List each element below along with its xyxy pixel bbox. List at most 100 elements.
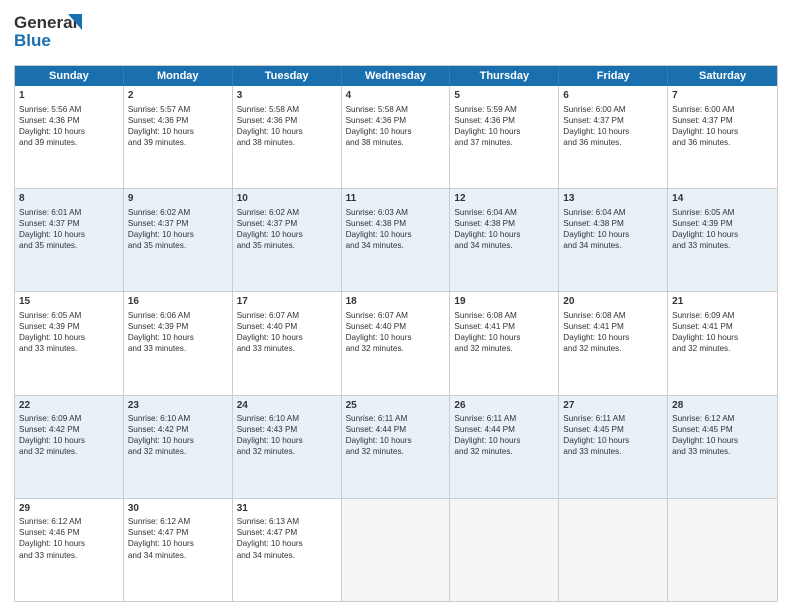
day-info-line: Sunrise: 6:03 AM — [346, 207, 446, 218]
calendar-cell: 22Sunrise: 6:09 AMSunset: 4:42 PMDayligh… — [15, 396, 124, 498]
day-number: 31 — [237, 502, 337, 516]
day-info-line: Daylight: 10 hours — [128, 126, 228, 137]
calendar-cell: 29Sunrise: 6:12 AMSunset: 4:46 PMDayligh… — [15, 499, 124, 601]
calendar-body: 1Sunrise: 5:56 AMSunset: 4:36 PMDaylight… — [15, 86, 777, 601]
col-saturday: Saturday — [668, 66, 777, 86]
calendar-cell: 28Sunrise: 6:12 AMSunset: 4:45 PMDayligh… — [668, 396, 777, 498]
day-info-line: Sunset: 4:39 PM — [19, 321, 119, 332]
day-info-line: Daylight: 10 hours — [237, 126, 337, 137]
day-info-line: Sunset: 4:47 PM — [128, 527, 228, 538]
day-info-line: Sunrise: 6:07 AM — [237, 310, 337, 321]
calendar-cell: 10Sunrise: 6:02 AMSunset: 4:37 PMDayligh… — [233, 189, 342, 291]
day-info-line: Daylight: 10 hours — [19, 332, 119, 343]
day-info-line: Sunrise: 6:02 AM — [128, 207, 228, 218]
calendar-cell: 20Sunrise: 6:08 AMSunset: 4:41 PMDayligh… — [559, 292, 668, 394]
day-number: 23 — [128, 399, 228, 413]
page: General Blue Sunday Monday Tuesday Wedne… — [0, 0, 792, 612]
day-info-line: Sunrise: 6:12 AM — [19, 516, 119, 527]
calendar-cell: 21Sunrise: 6:09 AMSunset: 4:41 PMDayligh… — [668, 292, 777, 394]
calendar-cell: 17Sunrise: 6:07 AMSunset: 4:40 PMDayligh… — [233, 292, 342, 394]
calendar-cell: 2Sunrise: 5:57 AMSunset: 4:36 PMDaylight… — [124, 86, 233, 188]
day-info-line: and 32 minutes. — [454, 343, 554, 354]
day-info-line: Sunrise: 6:08 AM — [454, 310, 554, 321]
day-info-line: Sunrise: 6:06 AM — [128, 310, 228, 321]
calendar-cell: 4Sunrise: 5:58 AMSunset: 4:36 PMDaylight… — [342, 86, 451, 188]
day-info-line: and 35 minutes. — [128, 240, 228, 251]
day-info-line: and 35 minutes. — [19, 240, 119, 251]
day-info-line: Sunset: 4:45 PM — [563, 424, 663, 435]
day-info-line: Daylight: 10 hours — [19, 435, 119, 446]
day-info-line: Sunset: 4:37 PM — [19, 218, 119, 229]
day-number: 14 — [672, 192, 773, 206]
day-info-line: and 36 minutes. — [672, 137, 773, 148]
day-info-line: Sunset: 4:41 PM — [563, 321, 663, 332]
day-info-line: and 38 minutes. — [237, 137, 337, 148]
calendar-cell — [559, 499, 668, 601]
calendar-cell: 16Sunrise: 6:06 AMSunset: 4:39 PMDayligh… — [124, 292, 233, 394]
day-info-line: Sunset: 4:36 PM — [128, 115, 228, 126]
day-number: 30 — [128, 502, 228, 516]
day-info-line: Daylight: 10 hours — [237, 435, 337, 446]
day-info-line: Sunrise: 5:58 AM — [346, 104, 446, 115]
calendar-cell: 23Sunrise: 6:10 AMSunset: 4:42 PMDayligh… — [124, 396, 233, 498]
day-info-line: and 33 minutes. — [19, 550, 119, 561]
day-number: 25 — [346, 399, 446, 413]
day-number: 5 — [454, 89, 554, 103]
day-info-line: and 32 minutes. — [563, 343, 663, 354]
day-number: 3 — [237, 89, 337, 103]
day-info-line: Sunset: 4:43 PM — [237, 424, 337, 435]
day-info-line: Daylight: 10 hours — [563, 229, 663, 240]
day-number: 10 — [237, 192, 337, 206]
day-info-line: Sunrise: 6:11 AM — [454, 413, 554, 424]
day-info-line: Sunset: 4:40 PM — [346, 321, 446, 332]
calendar-week-4: 22Sunrise: 6:09 AMSunset: 4:42 PMDayligh… — [15, 396, 777, 499]
day-number: 24 — [237, 399, 337, 413]
day-info-line: Sunset: 4:36 PM — [346, 115, 446, 126]
calendar-cell: 3Sunrise: 5:58 AMSunset: 4:36 PMDaylight… — [233, 86, 342, 188]
day-info-line: Sunrise: 6:00 AM — [672, 104, 773, 115]
day-info-line: and 33 minutes. — [19, 343, 119, 354]
day-info-line: Daylight: 10 hours — [672, 126, 773, 137]
day-info-line: and 37 minutes. — [454, 137, 554, 148]
day-info-line: Daylight: 10 hours — [563, 332, 663, 343]
day-info-line: Daylight: 10 hours — [346, 126, 446, 137]
day-info-line: and 33 minutes. — [563, 446, 663, 457]
day-info-line: Sunset: 4:36 PM — [19, 115, 119, 126]
day-number: 19 — [454, 295, 554, 309]
day-info-line: Sunset: 4:41 PM — [454, 321, 554, 332]
calendar-cell — [342, 499, 451, 601]
day-info-line: Sunset: 4:37 PM — [237, 218, 337, 229]
day-info-line: Sunrise: 6:08 AM — [563, 310, 663, 321]
day-info-line: Sunrise: 5:59 AM — [454, 104, 554, 115]
day-info-line: Sunrise: 6:02 AM — [237, 207, 337, 218]
day-info-line: and 32 minutes. — [19, 446, 119, 457]
day-info-line: Sunset: 4:38 PM — [454, 218, 554, 229]
day-info-line: and 35 minutes. — [237, 240, 337, 251]
day-info-line: Sunset: 4:39 PM — [672, 218, 773, 229]
day-info-line: and 38 minutes. — [346, 137, 446, 148]
day-info-line: and 32 minutes. — [346, 446, 446, 457]
day-number: 15 — [19, 295, 119, 309]
day-info-line: Daylight: 10 hours — [454, 435, 554, 446]
day-number: 27 — [563, 399, 663, 413]
calendar-cell: 26Sunrise: 6:11 AMSunset: 4:44 PMDayligh… — [450, 396, 559, 498]
col-monday: Monday — [124, 66, 233, 86]
day-info-line: Daylight: 10 hours — [454, 332, 554, 343]
day-info-line: Sunrise: 5:58 AM — [237, 104, 337, 115]
calendar-header: Sunday Monday Tuesday Wednesday Thursday… — [15, 66, 777, 86]
day-number: 2 — [128, 89, 228, 103]
day-info-line: Sunrise: 5:57 AM — [128, 104, 228, 115]
day-number: 9 — [128, 192, 228, 206]
day-info-line: Sunset: 4:39 PM — [128, 321, 228, 332]
day-number: 18 — [346, 295, 446, 309]
day-info-line: Daylight: 10 hours — [346, 435, 446, 446]
calendar-cell: 1Sunrise: 5:56 AMSunset: 4:36 PMDaylight… — [15, 86, 124, 188]
day-info-line: Sunrise: 5:56 AM — [19, 104, 119, 115]
day-info-line: and 34 minutes. — [128, 550, 228, 561]
day-info-line: Daylight: 10 hours — [672, 332, 773, 343]
logo-svg: General Blue — [14, 10, 90, 54]
day-info-line: Sunset: 4:38 PM — [563, 218, 663, 229]
day-info-line: Daylight: 10 hours — [454, 126, 554, 137]
day-info-line: Sunrise: 6:05 AM — [672, 207, 773, 218]
day-info-line: Daylight: 10 hours — [563, 126, 663, 137]
